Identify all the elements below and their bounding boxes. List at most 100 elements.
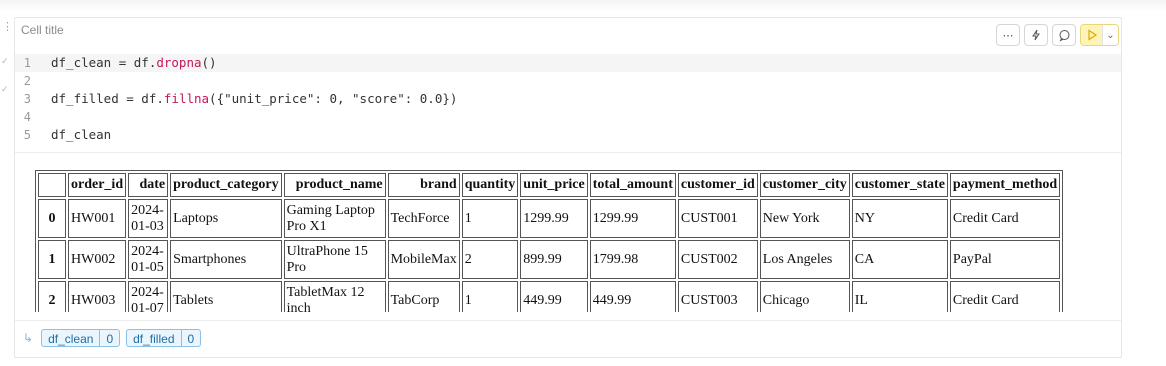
code-text: df_clean	[51, 127, 112, 142]
divider	[15, 320, 1121, 321]
divider	[15, 152, 1121, 153]
variable-name: df_clean	[48, 332, 94, 346]
line-number: 5	[23, 128, 31, 142]
table-cell: Smartphones	[170, 240, 282, 279]
table-cell: 899.99	[520, 240, 588, 279]
column-header: customer_state	[851, 173, 948, 197]
table-cell: 1299.99	[520, 199, 588, 238]
table-cell: Chicago	[759, 281, 850, 312]
column-header: total_amount	[589, 173, 676, 197]
top-fade	[0, 0, 1166, 12]
table-row: 1 HW002 2024-01-05 Smartphones UltraPhon…	[38, 240, 1061, 279]
code-text: df_filled = df.fillna({"unit_price": 0, …	[51, 91, 458, 106]
table-header-row: order_id date product_category product_n…	[38, 173, 1061, 197]
table-cell: IL	[851, 281, 948, 312]
table-row: 2 HW003 2024-01-07 Tablets TabletMax 12 …	[38, 281, 1061, 312]
column-header: product_name	[283, 173, 386, 197]
table-cell: 1	[461, 281, 519, 312]
column-header: order_id	[68, 173, 127, 197]
variable-count: 0	[99, 330, 119, 346]
code-line[interactable]: 3 df_filled = df.fillna({"unit_price": 0…	[15, 90, 1121, 108]
table-cell: New York	[759, 199, 850, 238]
table-cell: UltraPhone 15 Pro	[283, 240, 386, 279]
code-line[interactable]: 5 df_clean	[15, 126, 1121, 144]
drag-handle-icon[interactable]: ⋮	[2, 22, 13, 33]
column-header: payment_method	[949, 173, 1061, 197]
row-index: 1	[38, 240, 66, 279]
more-horizontal-icon: ⋯	[1002, 29, 1014, 42]
code-line[interactable]: 4	[15, 108, 1121, 126]
line-number: 1	[23, 56, 31, 70]
run-group: ⌄	[1080, 24, 1119, 46]
table-cell: HW003	[68, 281, 127, 312]
table-cell: PayPal	[949, 240, 1061, 279]
line-number: 4	[23, 110, 31, 124]
comment-icon	[1058, 29, 1069, 42]
table-cell: 2024-01-03	[128, 199, 169, 238]
row-index: 0	[38, 199, 66, 238]
code-text: df_clean = df.dropna()	[51, 55, 217, 70]
table-cell: Credit Card	[949, 281, 1061, 312]
return-arrow-icon: ↳	[23, 331, 34, 345]
table-cell: CUST003	[677, 281, 758, 312]
column-header: date	[128, 173, 169, 197]
comment-button[interactable]	[1052, 24, 1076, 46]
cell-toolbar: ⋯ ⌄	[996, 24, 1119, 46]
variable-count: 0	[180, 330, 201, 346]
notebook-cell: Cell title ⋯ ⌄ 1 df_clean = df.dropna() …	[14, 17, 1122, 358]
run-button[interactable]	[1081, 25, 1102, 45]
table-row: 0 HW001 2024-01-03 Laptops Gaming Laptop…	[38, 199, 1061, 238]
table-cell: 2	[461, 240, 519, 279]
code-line[interactable]: 1 df_clean = df.dropna()	[15, 54, 1121, 72]
table-cell: HW002	[68, 240, 127, 279]
run-options-button[interactable]: ⌄	[1102, 25, 1118, 45]
row-index: 2	[38, 281, 66, 312]
code-editor[interactable]: 1 df_clean = df.dropna() 2 3 df_filled =…	[15, 51, 1121, 151]
more-button[interactable]: ⋯	[996, 24, 1020, 46]
variable-chip-df-clean[interactable]: df_clean 0	[41, 329, 121, 347]
variables-bar: ↳ df_clean 0 df_filled 0	[23, 329, 202, 347]
table-cell: TechForce	[387, 199, 460, 238]
table-cell: NY	[851, 199, 948, 238]
table-cell: 449.99	[589, 281, 676, 312]
cell-title[interactable]: Cell title	[21, 23, 64, 37]
dataframe-table: order_id date product_category product_n…	[35, 170, 1064, 312]
play-icon	[1087, 29, 1097, 41]
variable-name: df_filled	[133, 332, 175, 346]
lightning-icon	[1032, 29, 1040, 41]
column-header: brand	[387, 173, 460, 197]
table-cell: CUST002	[677, 240, 758, 279]
column-header	[38, 173, 66, 197]
code-line[interactable]: 2	[15, 72, 1121, 90]
table-cell: Laptops	[170, 199, 282, 238]
table-cell: Los Angeles	[759, 240, 850, 279]
table-cell: HW001	[68, 199, 127, 238]
table-cell: 449.99	[520, 281, 588, 312]
table-cell: MobileMax	[387, 240, 460, 279]
table-cell: 2024-01-05	[128, 240, 169, 279]
check-icon: ✓	[1, 56, 9, 66]
table-cell: TabCorp	[387, 281, 460, 312]
column-header: customer_id	[677, 173, 758, 197]
column-header: unit_price	[520, 173, 588, 197]
left-gutter: ⋮ ✓ ✓	[0, 0, 14, 366]
variable-chip-df-filled[interactable]: df_filled 0	[126, 329, 202, 347]
table-cell: CUST001	[677, 199, 758, 238]
check-icon: ✓	[1, 84, 9, 94]
table-cell: 1299.99	[589, 199, 676, 238]
table-cell: 2024-01-07	[128, 281, 169, 312]
table-cell: CA	[851, 240, 948, 279]
column-header: customer_city	[759, 173, 850, 197]
cell-output[interactable]: order_id date product_category product_n…	[35, 170, 1111, 312]
line-number: 2	[23, 74, 31, 88]
table-cell: TabletMax 12 inch	[283, 281, 386, 312]
lightning-button[interactable]	[1024, 24, 1048, 46]
table-cell: Tablets	[170, 281, 282, 312]
column-header: product_category	[170, 173, 282, 197]
column-header: quantity	[461, 173, 519, 197]
line-number: 3	[23, 92, 31, 106]
chevron-down-icon: ⌄	[1106, 29, 1115, 41]
table-cell: 1	[461, 199, 519, 238]
table-cell: 1799.98	[589, 240, 676, 279]
table-cell: Credit Card	[949, 199, 1061, 238]
